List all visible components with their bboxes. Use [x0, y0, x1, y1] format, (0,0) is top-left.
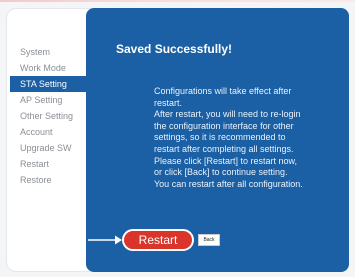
- sidebar-item-upgrade-sw[interactable]: Upgrade SW: [10, 140, 90, 156]
- message-line: restart.: [154, 97, 183, 108]
- sidebar-item-account[interactable]: Account: [10, 124, 90, 140]
- arrow-right-icon: [88, 235, 122, 245]
- sidebar-menu: System Work Mode STA Setting AP Setting …: [10, 44, 90, 188]
- message-line: You can restart after all configuration.: [154, 178, 303, 189]
- message-line: the configuration interface for other: [154, 120, 294, 131]
- message-line: After restart, you will need to re-login: [154, 109, 301, 120]
- back-button[interactable]: Back: [198, 234, 220, 246]
- sidebar-item-ap-setting[interactable]: AP Setting: [10, 92, 90, 108]
- sidebar-item-restart[interactable]: Restart: [10, 156, 90, 172]
- sidebar-item-sta-setting[interactable]: STA Setting: [10, 76, 90, 92]
- message-line: settings, so it is recommended to: [154, 132, 286, 143]
- sidebar-item-other-setting[interactable]: Other Setting: [10, 108, 90, 124]
- sidebar-item-work-mode[interactable]: Work Mode: [10, 60, 90, 76]
- sidebar-item-system[interactable]: System: [10, 44, 90, 60]
- message-line: Configurations will take effect after: [154, 86, 292, 96]
- page-title: Saved Successfully!: [116, 42, 233, 56]
- restart-button[interactable]: Restart: [122, 229, 194, 251]
- message-line: Please click [Restart] to restart now,: [154, 155, 298, 166]
- message-line: or click [Back] to continue setting.: [154, 167, 288, 178]
- restart-message: Configurations will take effect after re…: [154, 86, 349, 190]
- message-line: restart after completing all settings.: [154, 143, 294, 154]
- sidebar-item-restore[interactable]: Restore: [10, 172, 90, 188]
